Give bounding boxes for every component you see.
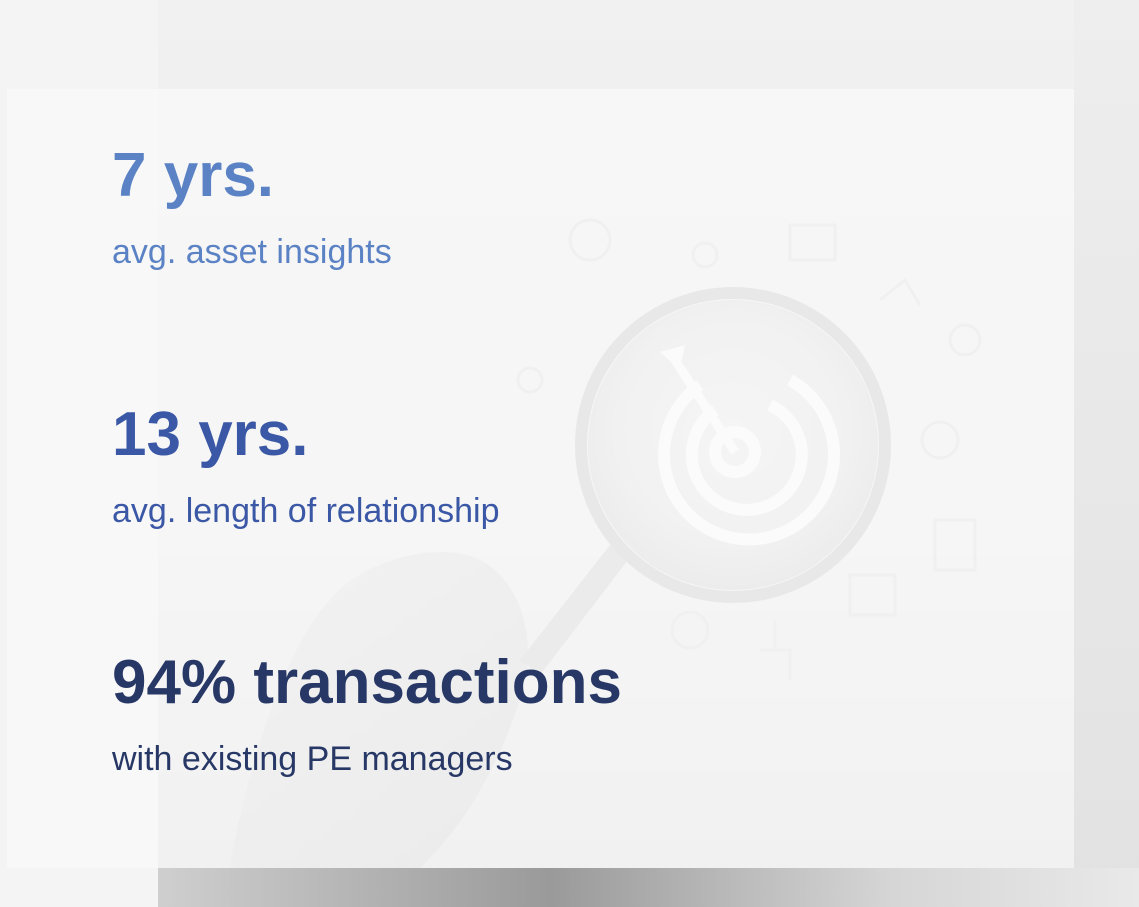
stat-caption: avg. length of relationship bbox=[112, 492, 500, 530]
stat-value: 13 yrs. bbox=[112, 400, 309, 469]
stat-transactions: 94% transactions with existing PE manage… bbox=[112, 648, 622, 778]
stat-value: 7 yrs. bbox=[112, 141, 275, 210]
stat-caption: with existing PE managers bbox=[112, 740, 513, 778]
stat-value: 94% transactions bbox=[112, 648, 622, 717]
stat-asset-insights: 7 yrs. avg. asset insights bbox=[112, 141, 392, 271]
stat-relationship-length: 13 yrs. avg. length of relationship bbox=[112, 400, 500, 530]
stat-caption: avg. asset insights bbox=[112, 233, 392, 271]
